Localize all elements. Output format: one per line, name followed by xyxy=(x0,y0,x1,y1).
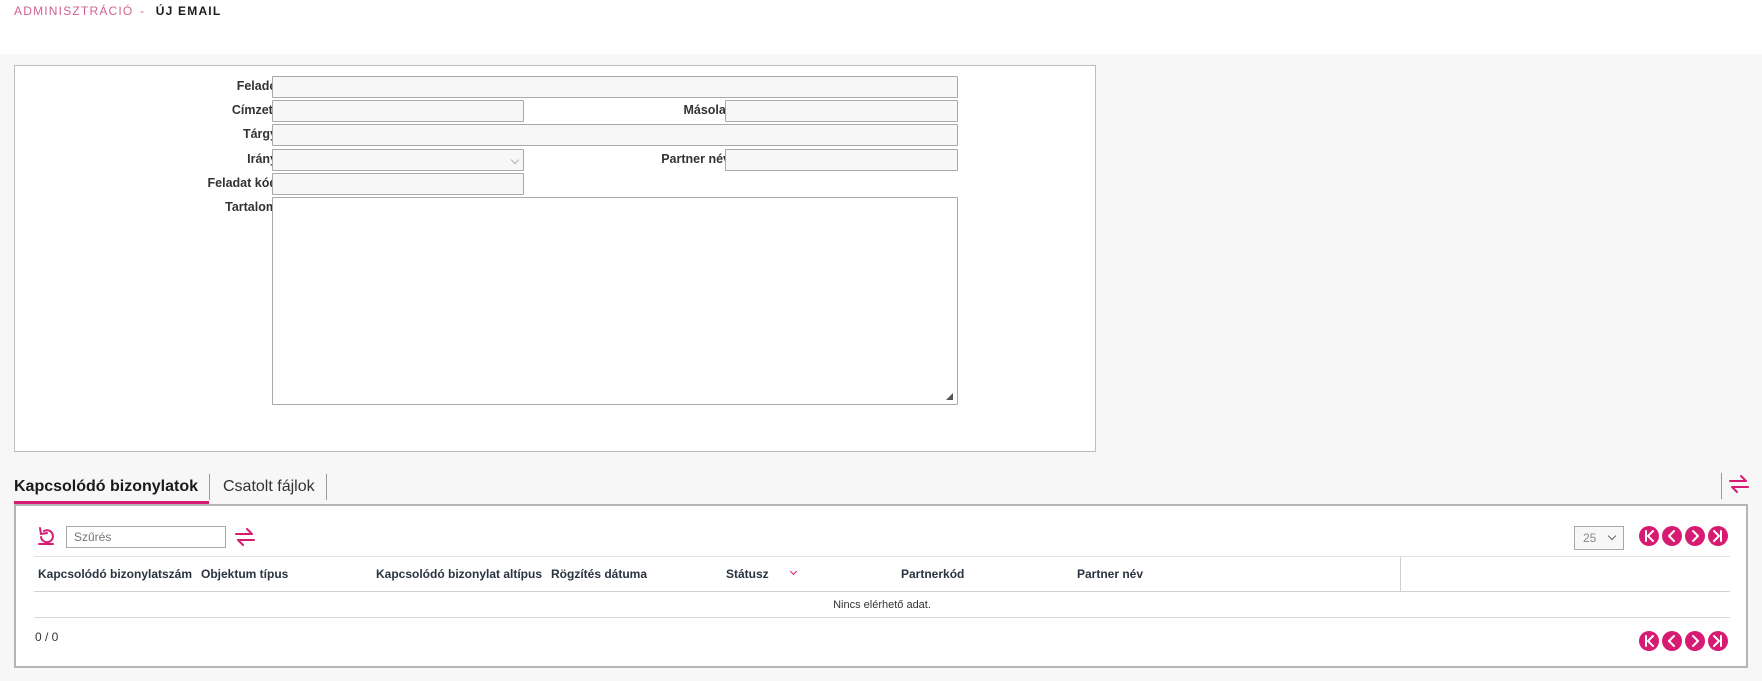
first-page-icon[interactable] xyxy=(1639,631,1659,651)
task-code-label: Feladat kód xyxy=(207,176,277,190)
filter-input[interactable] xyxy=(66,526,226,548)
related-documents-grid: 25 Kapcsolódó bizonylatszám Objektum típ… xyxy=(14,504,1748,668)
top-header: ADMINISZTRÁCIÓ - ÚJ EMAIL xyxy=(0,0,1762,54)
content-label: Tartalom xyxy=(225,200,277,214)
breadcrumb-separator: - xyxy=(140,4,146,18)
breadcrumb-current: ÚJ EMAIL xyxy=(155,4,222,18)
pager-bottom xyxy=(1639,631,1729,651)
sender-label: Feladó xyxy=(236,79,277,93)
swap-arrows-icon[interactable] xyxy=(1728,474,1750,494)
page-size-select[interactable]: 25 xyxy=(1574,526,1624,550)
chevron-down-icon xyxy=(1607,531,1617,541)
prev-page-icon[interactable] xyxy=(1662,631,1682,651)
cc-label: Másolat xyxy=(683,103,730,117)
pager-top xyxy=(1639,526,1729,546)
next-page-icon[interactable] xyxy=(1685,526,1705,546)
resize-handle-icon[interactable] xyxy=(946,393,953,400)
column-header-related-document-number[interactable]: Kapcsolódó bizonylatszám xyxy=(38,557,192,593)
column-header-object-type[interactable]: Objektum típus xyxy=(201,557,288,593)
last-page-icon[interactable] xyxy=(1708,526,1728,546)
column-header-related-document-subtype[interactable]: Kapcsolódó bizonylat altípus xyxy=(376,557,542,593)
refresh-icon[interactable] xyxy=(36,526,58,546)
tab-attached-files[interactable]: Csatolt fájlok xyxy=(223,470,315,504)
empty-state-message: Nincs elérhető adat. xyxy=(34,592,1730,618)
recipient-field[interactable] xyxy=(272,100,524,122)
tab-divider xyxy=(1721,473,1722,499)
page-size-value: 25 xyxy=(1583,531,1597,545)
sort-descending-icon[interactable] xyxy=(789,567,798,576)
table-header: Kapcsolódó bizonylatszám Objektum típus … xyxy=(34,556,1730,592)
breadcrumb-parent[interactable]: ADMINISZTRÁCIÓ xyxy=(14,4,133,18)
subject-field[interactable] xyxy=(272,124,958,146)
column-divider xyxy=(1400,557,1401,592)
partner-name-field[interactable] xyxy=(725,149,958,171)
direction-select[interactable] xyxy=(272,149,524,171)
chevron-down-icon xyxy=(510,155,520,165)
partner-name-label: Partner név xyxy=(661,152,730,166)
column-header-status[interactable]: Státusz xyxy=(726,557,769,593)
email-form-panel: Feladó Címzett Másolat Tárgy Irány Partn… xyxy=(14,65,1096,452)
swap-arrows-icon[interactable] xyxy=(234,528,256,546)
breadcrumb: ADMINISZTRÁCIÓ - ÚJ EMAIL xyxy=(14,4,221,18)
prev-page-icon[interactable] xyxy=(1662,526,1682,546)
first-page-icon[interactable] xyxy=(1639,526,1659,546)
task-code-field[interactable] xyxy=(272,173,524,195)
content-textarea[interactable] xyxy=(272,197,958,405)
cc-field[interactable] xyxy=(725,100,958,122)
next-page-icon[interactable] xyxy=(1685,631,1705,651)
column-header-partner-code[interactable]: Partnerkód xyxy=(901,557,964,593)
column-header-partner-name[interactable]: Partner név xyxy=(1077,557,1143,593)
tab-related-documents[interactable]: Kapcsolódó bizonylatok xyxy=(14,470,209,504)
recipient-label: Címzett xyxy=(231,103,277,117)
sender-field[interactable] xyxy=(272,76,958,98)
tab-divider xyxy=(209,474,210,500)
last-page-icon[interactable] xyxy=(1708,631,1728,651)
tab-divider xyxy=(326,474,327,500)
record-count: 0 / 0 xyxy=(35,630,59,644)
column-header-recorded-date[interactable]: Rögzítés dátuma xyxy=(551,557,647,593)
